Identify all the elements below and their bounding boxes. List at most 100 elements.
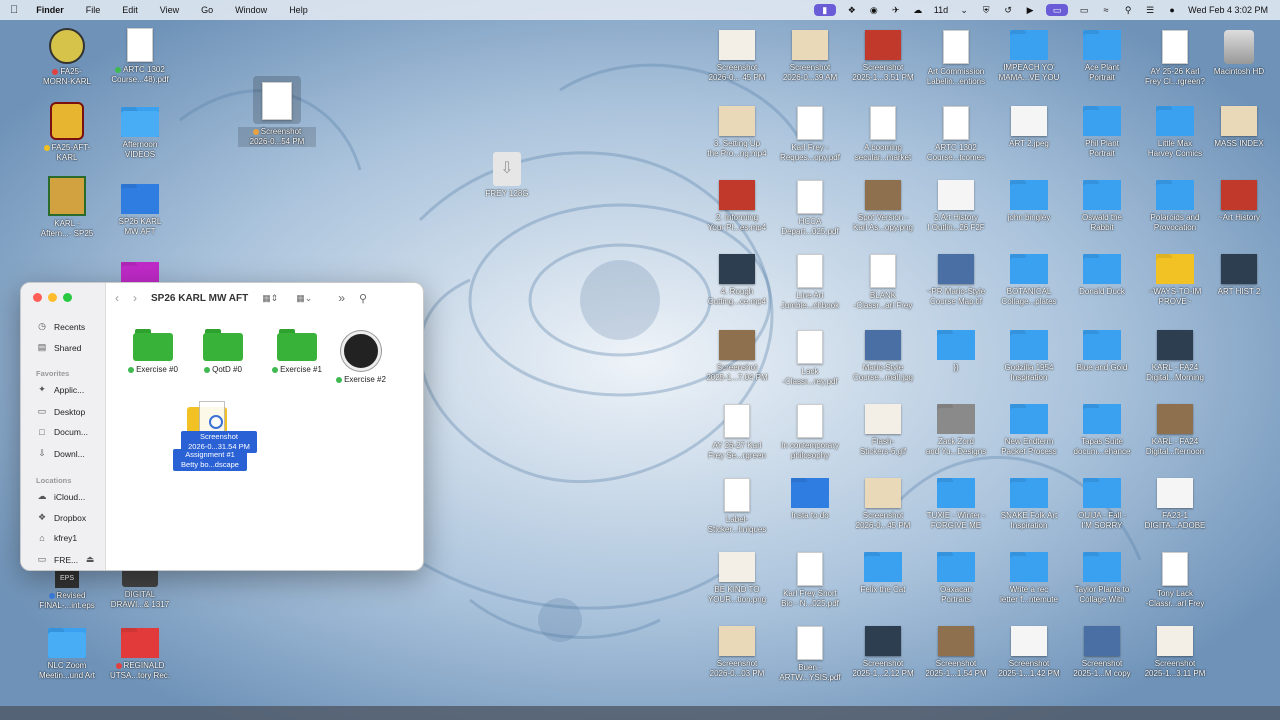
desktop-icon-right-5-0[interactable]: AY 26-27 Karl Frey Se...rgreen [698, 404, 776, 461]
dropbox-status-icon[interactable]: ❖ [846, 5, 858, 15]
screen-mirror-icon[interactable]: ▭ [1046, 4, 1069, 16]
desktop-icon-right-5-2[interactable]: Flash- Stickers-6.gif [844, 404, 922, 457]
desktop-icon-digital-drawing[interactable]: DIGITAL DRAWI...& 1317 [101, 565, 179, 610]
cloud-icon[interactable]: ☁ [912, 5, 924, 15]
desktop-icon-screenshot-selected[interactable]: Screenshot 2026-0...54 PM [238, 76, 316, 147]
desktop-icon-fa25-aft[interactable]: FA25-AFT- KARL [28, 102, 106, 163]
finder-window[interactable]: ◷ Recents ▤ Shared Favorites ✦ Applic... ▭ D… [20, 282, 424, 571]
desktop-icon-right-7-1[interactable]: Karl Frey Short Bio - N...025.pdf [771, 552, 849, 609]
sidebar-item-dropbox[interactable]: ❖ Dropbox [36, 512, 86, 523]
desktop-icon-right-8-5[interactable]: Screenshot 2025-1...M copy [1063, 626, 1141, 679]
finder-item-qotd-0[interactable]: QotD #0 [187, 329, 259, 374]
desktop-icon-right-3-4[interactable]: BOTANICAL Collage...plates [990, 254, 1068, 307]
menubar-clock[interactable]: Wed Feb 4 3:02 PM [1188, 5, 1268, 15]
desktop-icon-right-6-4[interactable]: SNAKE Folk Art Inspiration [990, 478, 1068, 531]
close-button[interactable] [33, 293, 42, 302]
desktop-icon-right-8-1[interactable]: Buen - ARTW...YSIS.pdf [771, 626, 849, 683]
group-by-icon[interactable]: ▦⌄ [296, 293, 312, 304]
desktop-icon-right-0-4[interactable]: IMPEACH YO' MAMA...VE YOU [990, 30, 1068, 83]
desktop-icon-revised-final-eps[interactable]: EPS Revised FINAL-...int.eps [28, 570, 106, 611]
desktop-icon-right-1-3[interactable]: ARTC 1302 Course...tcomes [917, 106, 995, 163]
camera-icon[interactable]: ◉ [868, 5, 880, 15]
desktop-icon-right-5-5[interactable]: Tapas Suite docum...ehance [1063, 404, 1141, 457]
desktop-icon-right-8-4[interactable]: Screenshot 2025-1...1.42 PM [990, 626, 1068, 679]
desktop-icon-right-6-1[interactable]: Insta to do [771, 478, 849, 521]
desktop-icon-right-5-3[interactable]: Zack Zord and Yu...Designs [917, 404, 995, 457]
wifi-icon[interactable]: ≈ [1100, 5, 1112, 15]
desktop-icon-right-8-0[interactable]: Screenshot 2026-0...03 PM [698, 626, 776, 679]
desktop-icon-right-2-3[interactable]: 2.Art History I Outlin...26 F2F [917, 180, 995, 233]
desktop-icon-right-8-2[interactable]: Screenshot 2025-1...2.12 PM [844, 626, 922, 679]
finder-item-exercise-0[interactable]: Exercise #0 [117, 329, 189, 374]
desktop-icon-artc-1302-pdf[interactable]: ARTC 1302 Course...48).pdf [101, 28, 179, 85]
minimize-button[interactable] [48, 293, 57, 302]
forward-arrow-icon[interactable]: › [133, 291, 137, 305]
desktop-icon-right-3-3[interactable]: ~PR Mario-Style Course Map.tif [917, 254, 995, 307]
control-center-icon[interactable]: ☰ [1144, 5, 1156, 15]
sidebar-item-downloads[interactable]: ⇩ Downl... [36, 448, 85, 459]
desktop-icon-frey-128g[interactable]: ⇩ FREY 128G [468, 152, 546, 199]
sidebar-item-shared[interactable]: ▤ Shared [36, 342, 82, 353]
desktop-icon-reginald[interactable]: REGINALD UTSA...tory Rec. [101, 628, 179, 681]
chevron-down-icon[interactable]: ⌄ [958, 5, 970, 15]
play-icon[interactable]: ▶ [1024, 5, 1036, 15]
desktop-icon-right-4-2[interactable]: Mario-Style Course...mall.jpg [844, 330, 922, 383]
finder-item-exercise-1[interactable]: Exercise #1 [261, 329, 333, 374]
more-toolbar-icon[interactable]: » [338, 291, 345, 305]
desktop-icon-right-8-6[interactable]: Screenshot 2025-1...3.11 PM [1136, 626, 1214, 679]
desktop-icon-right-6-2[interactable]: Screenshot 2026-0...45 PM [844, 478, 922, 531]
sidebar-item-documents[interactable]: □ Docum... [36, 427, 88, 437]
desktop-icon-right-7-0[interactable]: BE KIND TO YOUR...tion.png [698, 552, 776, 605]
desktop-icon-right-2-4[interactable]: john bingley [990, 180, 1068, 223]
menu-edit[interactable]: Edit [122, 5, 138, 15]
desktop-icon-right-5-6[interactable]: KARL - FA24 Digital...fternoon [1136, 404, 1214, 457]
desktop-icon-right-3-1[interactable]: Line Art Jumble...chbook [771, 254, 849, 311]
desktop-icon-afternoon-videos[interactable]: Afternoon VIDEOS [101, 107, 179, 160]
desktop-icon-right-8-3[interactable]: Screenshot 2025-1...1.54 PM [917, 626, 995, 679]
history-icon[interactable]: ↺ [1002, 5, 1014, 15]
desktop-icon-right-1-1[interactable]: Karl Frey - Reques...opy.pdf [771, 106, 849, 163]
desktop-icon-right-0-5[interactable]: Ace Plant Portrait [1063, 30, 1141, 83]
desktop-icon-right-0-1[interactable]: Screenshot 2026-0...39 AM [771, 30, 849, 83]
desktop-icon-right-3-2[interactable]: BLANK -Classr...arl Frey [844, 254, 922, 311]
menu-file[interactable]: File [86, 5, 101, 15]
desktop-icon-right-4-6[interactable]: KARL - FA24 Digital...Morning [1136, 330, 1214, 383]
desktop-icon-right-7-6[interactable]: Tony Lack -Classr...arl Frey [1136, 552, 1214, 609]
finder-item-exercise-2[interactable]: Exercise #2 [325, 331, 397, 384]
desktop-icon-sp26-karl-mw-aft[interactable]: SP26 KARL MW AFT [101, 184, 179, 237]
desktop-icon-right-4-3[interactable]: }} [917, 330, 995, 373]
menu-help[interactable]: Help [289, 5, 308, 15]
desktop-icon-right-4-5[interactable]: Blue and Gold [1063, 330, 1141, 373]
desktop-icon-right-3-5[interactable]: Donald Duck [1063, 254, 1141, 297]
desktop-icon-nlc-zoom[interactable]: NLC Zoom Meetin...und Art [28, 628, 106, 681]
menu-window[interactable]: Window [235, 5, 267, 15]
search-icon[interactable]: ⚲ [359, 292, 367, 305]
desktop-icon-right-3-0[interactable]: 4. Rough Cutting...ce.mp4 [698, 254, 776, 307]
sidebar-item-kfrey1[interactable]: ⌂ kfrey1 [36, 533, 77, 543]
sidebar-item-frey-drive[interactable]: ▭ FRE... ⏏ [36, 554, 96, 565]
desktop-icon-right-2-1[interactable]: HCCA Depart...025.pdf [771, 180, 849, 237]
desktop-icon-right-6-5[interactable]: OUIJA - Fall - I'M SORRY [1063, 478, 1141, 531]
desktop-icon-right-6-0[interactable]: Label- Sticker...hniques [698, 478, 776, 535]
airplane-icon[interactable]: ✈ [890, 5, 902, 15]
back-arrow-icon[interactable]: ‹ [115, 291, 119, 305]
sidebar-item-icloud[interactable]: ☁ iCloud... [36, 491, 86, 502]
desktop-icon-right-0-3[interactable]: Art Commission Labelin...entions [917, 30, 995, 87]
menu-view[interactable]: View [160, 5, 179, 15]
desktop-icon-right-1-2[interactable]: A booming secular...market [844, 106, 922, 163]
desktop-icon-right-0-0[interactable]: Screenshot 2026-0... 45 PM [698, 30, 776, 83]
desktop-icon-karl-afternoon[interactable]: KARL - Aftern...- SP25 [28, 176, 106, 239]
view-mode-icon[interactable]: ▦⇕ [262, 293, 278, 304]
desktop-icon-right-5-4[interactable]: New Endterm Packet Process [990, 404, 1068, 457]
desktop-icon-right-7-5[interactable]: Taylor Plants to Collage With [1063, 552, 1141, 605]
screen-record-icon[interactable]: ▮ [813, 4, 836, 16]
sidebar-item-recents[interactable]: ◷ Recents [36, 321, 85, 332]
battery-days-label[interactable]: 11d [934, 5, 948, 15]
desktop-icon-right-1-0[interactable]: 3. Setting Up the Pro...ng.mp4 [698, 106, 776, 159]
desktop-icon-right-7-2[interactable]: Felix the Cat [844, 552, 922, 595]
desktop-icon-right-6-3[interactable]: TUXIE - Winter - FORGIVE ME [917, 478, 995, 531]
desktop-icon-right-2-7[interactable]: ~Art History [1200, 180, 1278, 223]
desktop-icon-right-3-7[interactable]: ART HIST 2 [1200, 254, 1278, 297]
finder-item-assignment-1[interactable] [187, 401, 229, 435]
desktop-icon-right-6-6[interactable]: FA23-1 DIGITA...ADOBE [1136, 478, 1214, 531]
